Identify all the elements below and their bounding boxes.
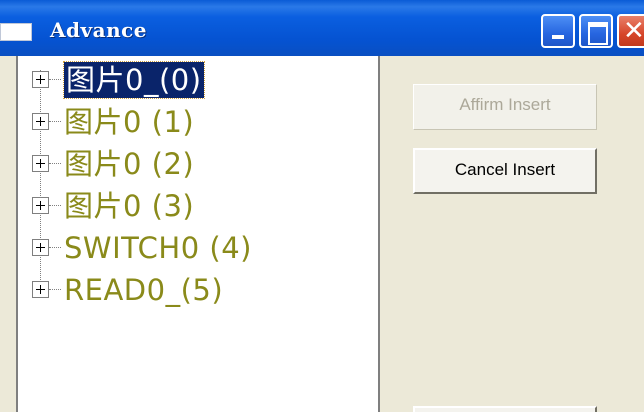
tree-item[interactable]: 图片0 (3) <box>18 188 358 224</box>
title-bar[interactable]: Advance ✕ <box>0 0 644 56</box>
window-title: Advance <box>50 18 148 42</box>
tree-item-label[interactable]: 图片0_(0) <box>63 61 205 99</box>
tree-item-label[interactable]: 图片0 (2) <box>64 146 194 182</box>
minimize-icon <box>552 35 564 39</box>
advance-window: Advance ✕ 图片0_(0) 图片0 (1) 图片0 (2) 图片0 (3… <box>0 0 644 412</box>
tree-top-edge <box>18 56 378 58</box>
expand-plus-icon[interactable] <box>32 239 49 256</box>
partial-button-bottom[interactable] <box>413 406 597 412</box>
close-button[interactable]: ✕ <box>617 14 644 48</box>
tree-item-label[interactable]: 图片0 (1) <box>64 104 194 140</box>
tree-branch-line <box>49 247 61 249</box>
tree-item-label[interactable]: SWITCH0 (4) <box>64 230 252 266</box>
app-icon <box>0 23 32 41</box>
tree-branch-line <box>49 163 61 165</box>
expand-plus-icon[interactable] <box>32 155 49 172</box>
expand-plus-icon[interactable] <box>32 71 49 88</box>
tree-item[interactable]: 图片0 (2) <box>18 146 358 182</box>
maximize-icon <box>588 22 608 45</box>
tree-branch-line <box>49 121 61 123</box>
minimize-button[interactable] <box>541 14 575 48</box>
tree-item-label[interactable]: 图片0 (3) <box>64 188 194 224</box>
expand-plus-icon[interactable] <box>32 197 49 214</box>
tree-branch-line <box>49 79 61 81</box>
close-icon: ✕ <box>623 16 644 46</box>
element-tree[interactable]: 图片0_(0) 图片0 (1) 图片0 (2) 图片0 (3) SWITCH0 … <box>16 56 380 412</box>
tree-branch-line <box>49 289 61 291</box>
tree-item[interactable]: 图片0_(0) <box>18 61 358 99</box>
tree-item-label[interactable]: READ0_(5) <box>64 272 223 308</box>
tree-item[interactable]: 图片0 (1) <box>18 104 358 140</box>
affirm-insert-button[interactable]: Affirm Insert <box>413 84 597 130</box>
maximize-button[interactable] <box>579 14 613 48</box>
expand-plus-icon[interactable] <box>32 281 49 298</box>
expand-plus-icon[interactable] <box>32 113 49 130</box>
tree-item[interactable]: SWITCH0 (4) <box>18 230 358 266</box>
tree-branch-line <box>49 205 61 207</box>
tree-item[interactable]: READ0_(5) <box>18 272 358 308</box>
cancel-insert-button[interactable]: Cancel Insert <box>413 148 597 194</box>
